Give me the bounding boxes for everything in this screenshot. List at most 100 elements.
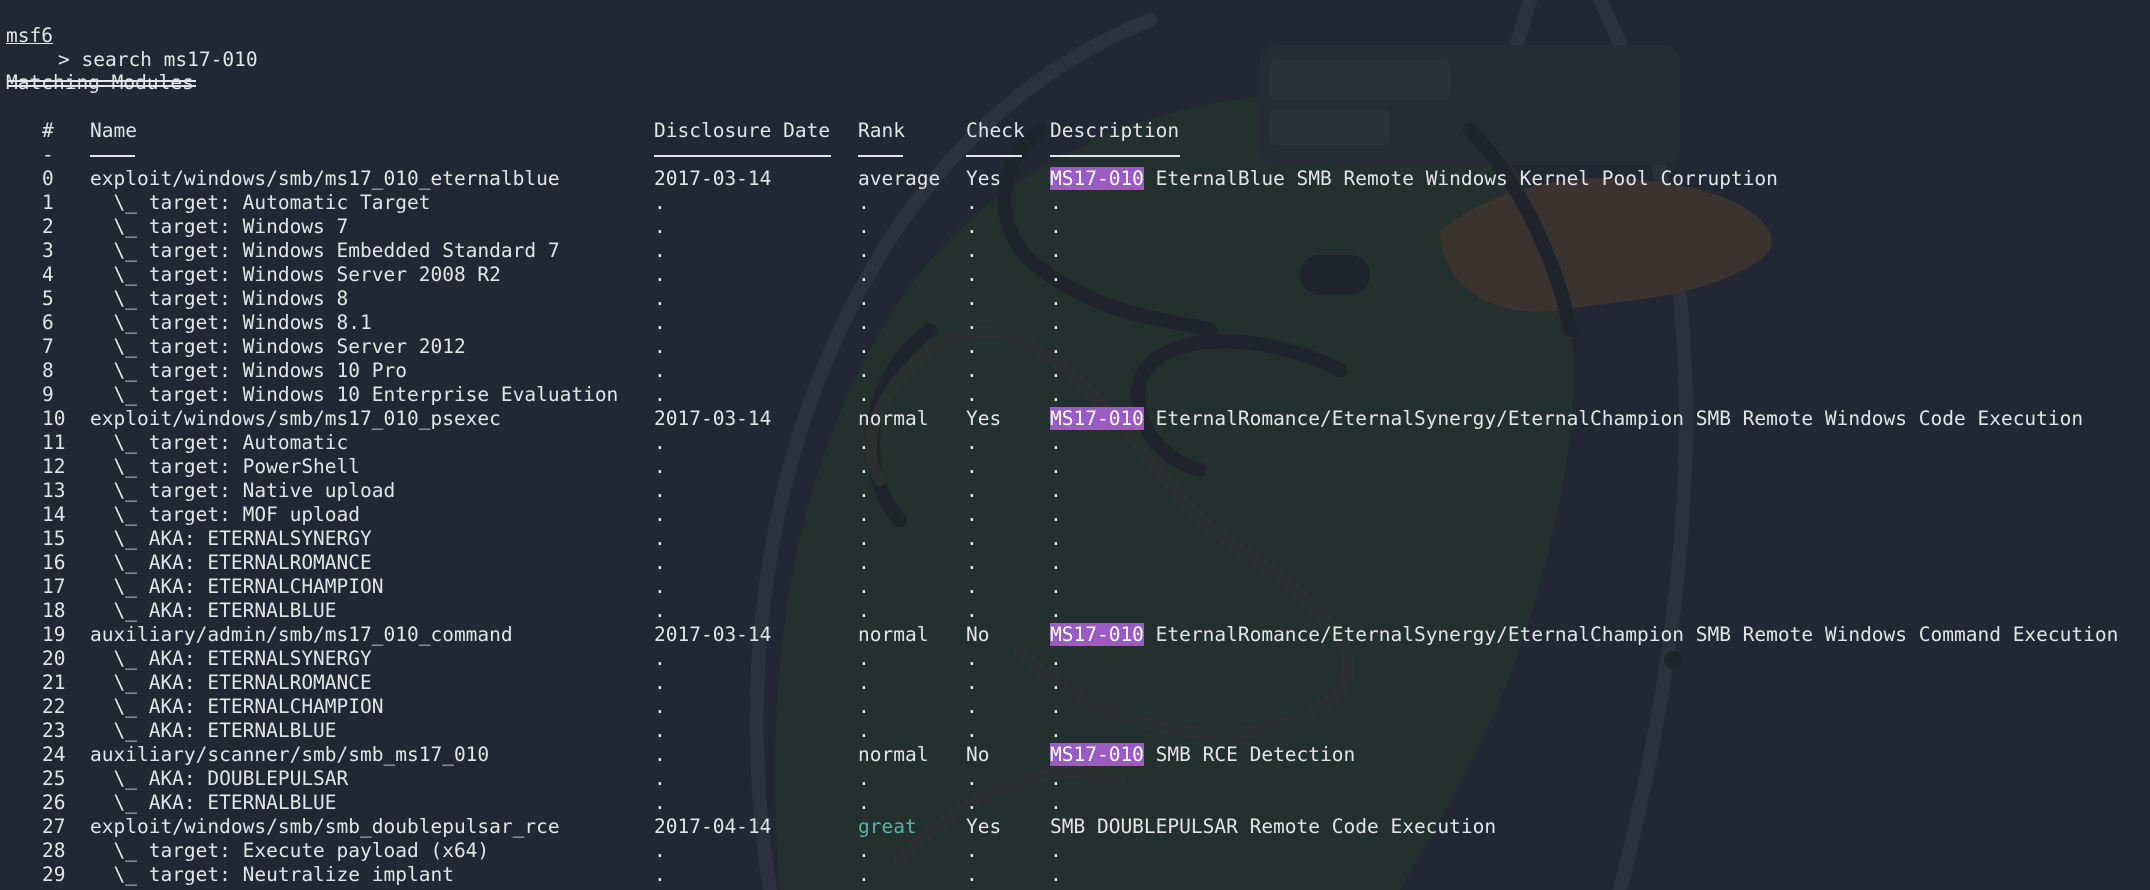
disclosure-date: . — [654, 575, 666, 598]
description-cell: . — [1050, 839, 1062, 863]
module-name: exploit/windows/smb/ms17_010_eternalblue — [90, 167, 560, 190]
row-number: 25 — [42, 767, 66, 790]
check-value: . — [966, 671, 978, 694]
module-name: \_ target: Execute payload (x64) — [90, 839, 490, 862]
row-number: 15 — [42, 527, 66, 550]
description-text: . — [1050, 239, 1062, 262]
description-cell: . — [1050, 671, 1062, 695]
column-underline-name — [90, 155, 135, 157]
disclosure-date: . — [654, 359, 666, 382]
row-number: 2 — [42, 215, 54, 238]
module-name: \_ AKA: ETERNALCHAMPION — [90, 695, 384, 718]
disclosure-date: 2017-03-14 — [654, 167, 772, 190]
rank-value: . — [858, 335, 870, 358]
description-text: . — [1050, 359, 1062, 382]
disclosure-date: . — [654, 791, 666, 814]
table-header: # Name Disclosure Date Rank Check Descri… — [0, 119, 1179, 143]
check-value: . — [966, 215, 978, 238]
row-number: 6 — [42, 311, 54, 334]
row-number: 3 — [42, 239, 54, 262]
description-cell: SMB DOUBLEPULSAR Remote Code Execution — [1050, 815, 1496, 839]
module-name: \_ AKA: DOUBLEPULSAR — [90, 767, 349, 790]
row-number: 21 — [42, 671, 66, 694]
description-cell: MS17-010 SMB RCE Detection — [1050, 743, 1355, 767]
row-number: 10 — [42, 407, 66, 430]
description-cell: . — [1050, 239, 1062, 263]
description-text: . — [1050, 839, 1062, 862]
row-number: 17 — [42, 575, 66, 598]
disclosure-date: . — [654, 335, 666, 358]
rank-value: . — [858, 431, 870, 454]
description-text: . — [1050, 383, 1062, 406]
rank-value: . — [858, 863, 870, 886]
check-value: . — [966, 599, 978, 622]
disclosure-date: . — [654, 863, 666, 886]
description-text: EternalRomance/EternalSynergy/EternalCha… — [1155, 407, 2084, 430]
row-number: 26 — [42, 791, 66, 814]
module-name: \_ AKA: ETERNALSYNERGY — [90, 527, 372, 550]
description-text: . — [1050, 527, 1062, 550]
description-text: . — [1050, 719, 1062, 742]
row-number: 7 — [42, 335, 54, 358]
row-number: 12 — [42, 455, 66, 478]
row-number: 11 — [42, 431, 66, 454]
description-text: . — [1050, 599, 1062, 622]
description-text: SMB DOUBLEPULSAR Remote Code Execution — [1050, 815, 1497, 838]
check-value: . — [966, 263, 978, 286]
disclosure-date: . — [654, 455, 666, 478]
rank-value: . — [858, 455, 870, 478]
check-value: . — [966, 191, 978, 214]
row-number: 28 — [42, 839, 66, 862]
rank-value: . — [858, 479, 870, 502]
column-header-check: Check — [966, 119, 1025, 142]
check-value: . — [966, 359, 978, 382]
disclosure-date: . — [654, 503, 666, 526]
description-cell: . — [1050, 503, 1062, 527]
row-number: 14 — [42, 503, 66, 526]
module-name: \_ AKA: ETERNALROMANCE — [90, 551, 372, 574]
module-name: exploit/windows/smb/smb_doublepulsar_rce — [90, 815, 560, 838]
disclosure-date: . — [654, 551, 666, 574]
search-match-highlight: MS17-010 — [1050, 167, 1144, 190]
description-cell: . — [1050, 191, 1062, 215]
search-match-highlight: MS17-010 — [1050, 623, 1144, 646]
column-header-description: Description — [1050, 119, 1180, 142]
row-number: 5 — [42, 287, 54, 310]
description-cell: . — [1050, 863, 1062, 887]
section-title-underline — [8, 80, 196, 87]
module-name: \_ AKA: ETERNALBLUE — [90, 599, 337, 622]
check-value: Yes — [966, 407, 1002, 430]
row-number: 1 — [42, 191, 54, 214]
row-number: 13 — [42, 479, 66, 502]
module-name: auxiliary/scanner/smb/smb_ms17_010 — [90, 743, 490, 766]
check-value: . — [966, 551, 978, 574]
description-cell: MS17-010 EternalBlue SMB Remote Windows … — [1050, 167, 1778, 191]
disclosure-date: 2017-03-14 — [654, 407, 772, 430]
disclosure-date: . — [654, 383, 666, 406]
rank-value: . — [858, 287, 870, 310]
rank-value: average — [858, 167, 941, 190]
row-number: 24 — [42, 743, 66, 766]
disclosure-date: . — [654, 527, 666, 550]
row-number: 20 — [42, 647, 66, 670]
disclosure-date: . — [654, 719, 666, 742]
row-number: 27 — [42, 815, 66, 838]
check-value: . — [966, 695, 978, 718]
check-value: . — [966, 383, 978, 406]
row-number: 8 — [42, 359, 54, 382]
description-cell: . — [1050, 383, 1062, 407]
description-cell: . — [1050, 551, 1062, 575]
description-text: . — [1050, 479, 1062, 502]
module-name: exploit/windows/smb/ms17_010_psexec — [90, 407, 501, 430]
rank-value: . — [858, 839, 870, 862]
module-name: \_ target: MOF upload — [90, 503, 361, 526]
check-value: . — [966, 335, 978, 358]
check-value: . — [966, 575, 978, 598]
check-value: No — [966, 623, 990, 646]
row-number: 0 — [42, 167, 54, 190]
description-text: EternalBlue SMB Remote Windows Kernel Po… — [1155, 167, 1778, 190]
rank-value: . — [858, 527, 870, 550]
rank-value: . — [858, 311, 870, 334]
search-match-highlight: MS17-010 — [1050, 407, 1144, 430]
description-text: . — [1050, 575, 1062, 598]
